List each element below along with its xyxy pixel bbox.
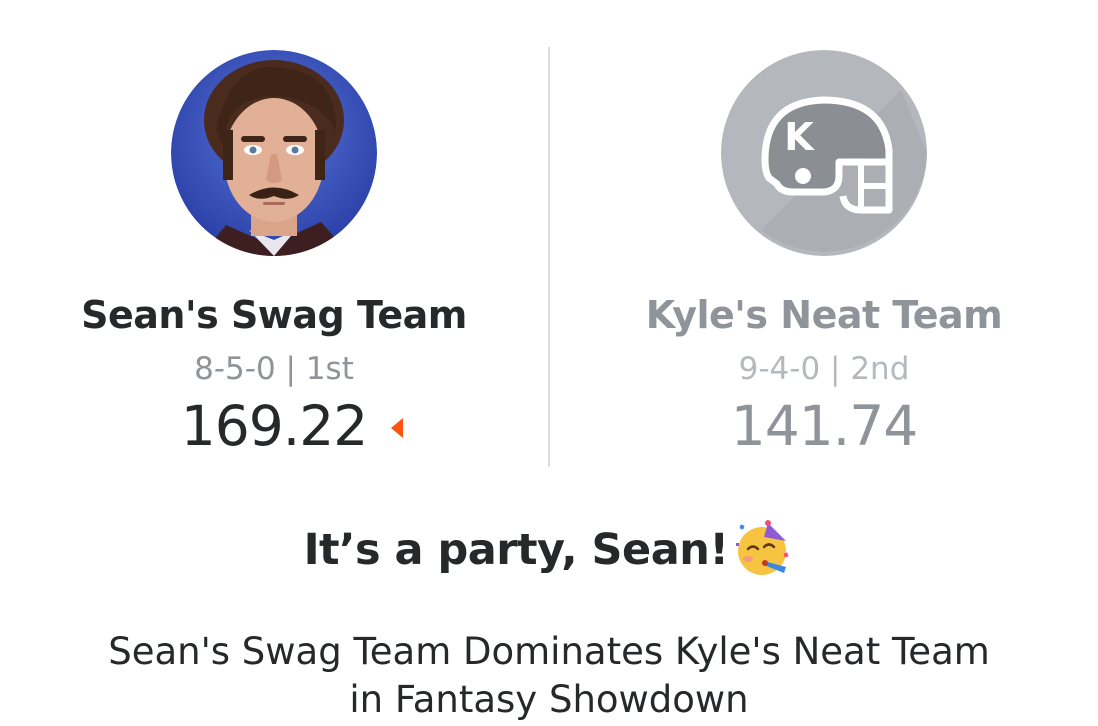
away-team-score: 141.74 xyxy=(730,394,918,458)
home-team-avatar[interactable] xyxy=(171,50,377,256)
home-team[interactable]: Sean's Swag Team 8-5-0 | 1st 169.22 xyxy=(64,50,484,456)
result-summary-line-2: in Fantasy Showdown xyxy=(349,678,749,721)
away-team-avatar[interactable]: K xyxy=(721,50,927,256)
partying-face-icon xyxy=(734,519,794,579)
winner-indicator-icon xyxy=(391,418,404,438)
football-helmet-icon: K xyxy=(721,50,927,256)
away-team-name[interactable]: Kyle's Neat Team xyxy=(614,292,1034,338)
result-summary-line-1: Sean's Swag Team Dominates Kyle's Neat T… xyxy=(108,630,990,673)
home-team-name[interactable]: Sean's Swag Team xyxy=(64,292,484,338)
home-team-score: 169.22 xyxy=(180,394,404,458)
away-team-score-value: 141.74 xyxy=(730,394,918,458)
result-headline: It’s a party, Sean! xyxy=(0,519,1098,580)
helmet-letter: K xyxy=(784,115,815,159)
manager-photo-avatar xyxy=(171,50,377,256)
home-team-record: 8-5-0 | 1st xyxy=(194,351,354,387)
home-team-score-value: 169.22 xyxy=(180,394,368,458)
result-headline-text: It’s a party, Sean! xyxy=(303,525,729,575)
away-team-record: 9-4-0 | 2nd xyxy=(738,351,910,387)
result-summary: Sean's Swag Team Dominates Kyle's Neat T… xyxy=(0,628,1098,724)
matchup-panel: Sean's Swag Team 8-5-0 | 1st 169.22 K Ky… xyxy=(0,0,1098,480)
team-divider xyxy=(548,47,550,467)
away-team[interactable]: K Kyle's Neat Team 9-4-0 | 2nd 141.74 xyxy=(614,50,1034,456)
